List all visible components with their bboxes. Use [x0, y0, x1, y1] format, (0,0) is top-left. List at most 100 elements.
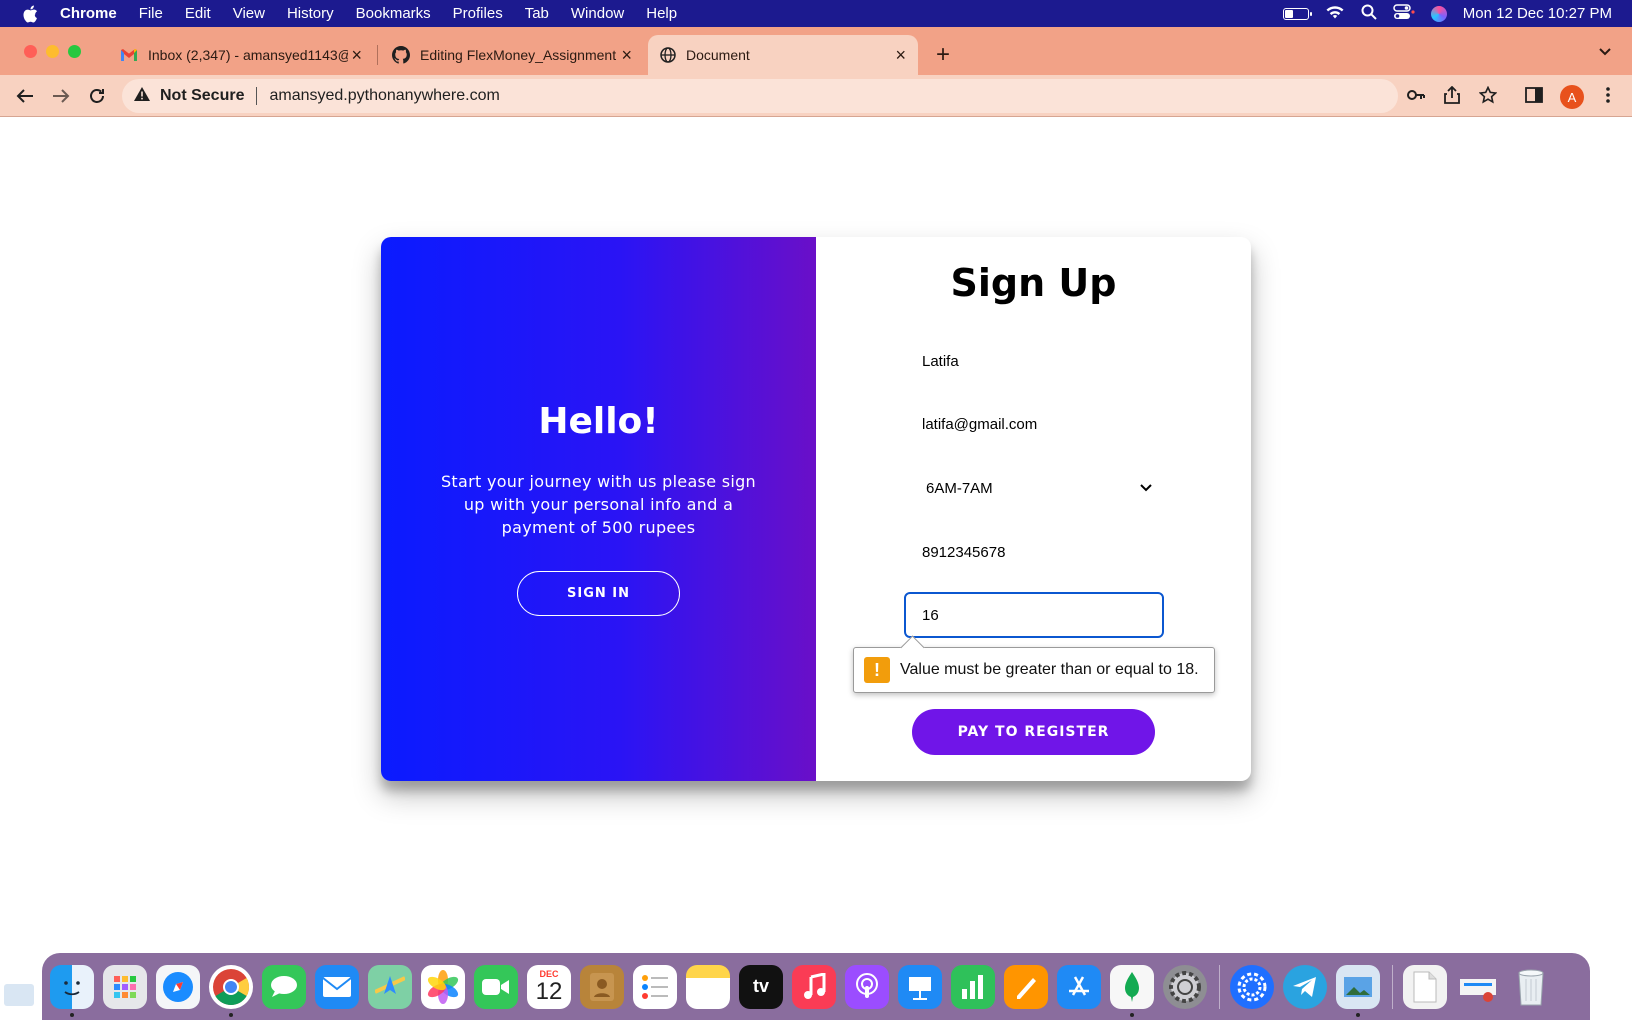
tab-close-icon[interactable]: × — [621, 45, 632, 66]
window-zoom-button[interactable] — [68, 45, 81, 58]
menu-view[interactable]: View — [233, 5, 265, 22]
batch-select-value: 6AM-7AM — [926, 479, 993, 497]
trash-icon[interactable] — [1509, 965, 1553, 1009]
tab-close-icon[interactable]: × — [351, 45, 362, 66]
chrome-toolbar: Not Secure amansyed.pythonanywhere.com A — [0, 75, 1632, 117]
telegram-icon[interactable] — [1283, 964, 1327, 1009]
more-options-kebab-icon[interactable] — [1596, 83, 1620, 107]
music-icon[interactable] — [792, 964, 836, 1009]
address-bar[interactable]: Not Secure amansyed.pythonanywhere.com — [122, 79, 1398, 113]
profile-avatar[interactable]: A — [1560, 85, 1584, 109]
mongodb-compass-icon[interactable] — [1110, 964, 1154, 1017]
url-text[interactable]: amansyed.pythonanywhere.com — [269, 87, 499, 105]
menu-edit[interactable]: Edit — [185, 5, 211, 22]
tab-separator — [377, 45, 378, 65]
sign-in-button[interactable]: SIGN IN — [517, 571, 680, 616]
window-close-button[interactable] — [24, 45, 37, 58]
bookmark-star-icon[interactable] — [1476, 83, 1500, 107]
preview-icon[interactable] — [1336, 964, 1380, 1017]
email-field[interactable]: latifa@gmail.com — [904, 401, 1164, 447]
menu-tab[interactable]: Tab — [525, 5, 549, 22]
system-preferences-icon[interactable] — [1163, 964, 1207, 1009]
desktop-file-icon[interactable] — [4, 984, 34, 1006]
launchpad-icon[interactable] — [103, 964, 147, 1009]
spotlight-search-icon[interactable] — [1361, 4, 1377, 24]
running-indicator — [70, 1012, 74, 1017]
welcome-text: Start your journey with us please sign u… — [440, 472, 757, 537]
tab-title: Inbox (2,347) - amansyed1143@gmail.com — [148, 47, 348, 63]
github-icon — [392, 46, 410, 64]
menu-app-chrome[interactable]: Chrome — [60, 5, 117, 22]
numbers-icon[interactable] — [951, 964, 995, 1009]
apple-logo-icon[interactable] — [22, 5, 42, 23]
finder-icon[interactable] — [50, 964, 94, 1017]
menu-window[interactable]: Window — [571, 5, 624, 22]
macos-dock: DEC 12 tv — [42, 953, 1590, 1020]
reminders-icon[interactable] — [633, 964, 677, 1009]
window-minimize-button[interactable] — [46, 45, 59, 58]
welcome-panel: Hello! Start your journey with us please… — [381, 237, 816, 781]
running-indicator — [229, 1012, 233, 1017]
share-icon[interactable] — [1440, 83, 1464, 107]
menu-profiles[interactable]: Profiles — [453, 5, 503, 22]
screenshot-icon[interactable] — [1456, 965, 1500, 1009]
pages-icon[interactable] — [1004, 964, 1048, 1009]
maps-icon[interactable] — [368, 964, 412, 1009]
age-field[interactable]: 16 — [904, 592, 1164, 638]
back-arrow-icon[interactable] — [14, 85, 36, 107]
forward-arrow-icon[interactable] — [50, 85, 72, 107]
dock-separator — [1219, 964, 1220, 1009]
proxyman-icon[interactable] — [1230, 964, 1274, 1009]
tab-document-active[interactable]: Document × — [648, 35, 918, 75]
signup-heading: Sign Up — [950, 261, 1117, 305]
security-label[interactable]: Not Secure — [160, 87, 244, 105]
validation-tooltip: ! Value must be greater than or equal to… — [853, 647, 1215, 693]
name-field[interactable]: Latifa — [904, 338, 1164, 384]
calendar-icon[interactable]: DEC 12 — [527, 964, 571, 1009]
globe-icon — [660, 47, 676, 63]
status-area: Mon 12 Dec 10:27 PM — [1282, 0, 1612, 27]
tab-close-icon[interactable]: × — [895, 45, 906, 66]
app-store-icon[interactable] — [1057, 964, 1101, 1009]
new-tab-plus-icon[interactable]: + — [936, 41, 950, 69]
side-panel-icon[interactable] — [1522, 83, 1546, 107]
tab-search-chevron-icon[interactable] — [1598, 44, 1612, 62]
wifi-icon[interactable] — [1325, 4, 1345, 24]
tab-gmail-inbox[interactable]: Inbox (2,347) - amansyed1143@gmail.com × — [108, 35, 374, 75]
pay-to-register-button[interactable]: PAY TO REGISTER — [912, 709, 1155, 755]
podcasts-icon[interactable] — [845, 964, 889, 1009]
keynote-icon[interactable] — [898, 964, 942, 1009]
messages-icon[interactable] — [262, 964, 306, 1009]
running-indicator — [1356, 1012, 1360, 1017]
tab-github-editing[interactable]: Editing FlexMoney_Assignment × — [380, 35, 644, 75]
tv-label: tv — [752, 976, 769, 996]
apple-tv-icon[interactable]: tv — [739, 964, 783, 1009]
notes-icon[interactable] — [686, 964, 730, 1009]
siri-icon[interactable] — [1430, 5, 1447, 22]
menu-history[interactable]: History — [287, 5, 334, 22]
battery-icon[interactable] — [1282, 7, 1312, 20]
validation-message: Value must be greater than or equal to 1… — [900, 661, 1199, 678]
batch-select[interactable]: 6AM-7AM — [904, 465, 1164, 511]
not-secure-warning-icon[interactable] — [134, 86, 150, 106]
menu-file[interactable]: File — [139, 5, 163, 22]
safari-icon[interactable] — [156, 964, 200, 1009]
menu-bookmarks[interactable]: Bookmarks — [356, 5, 431, 22]
photos-icon[interactable] — [421, 964, 465, 1009]
reload-icon[interactable] — [86, 85, 108, 107]
tab-title: Editing FlexMoney_Assignment — [420, 47, 617, 63]
control-center-icon[interactable] — [1393, 3, 1415, 24]
desktop-strip — [0, 945, 1632, 953]
menu-help[interactable]: Help — [646, 5, 677, 22]
contacts-icon[interactable] — [580, 964, 624, 1009]
facetime-icon[interactable] — [474, 964, 518, 1009]
chevron-down-icon — [1140, 484, 1152, 492]
password-key-icon[interactable] — [1404, 83, 1428, 107]
menubar-clock[interactable]: Mon 12 Dec 10:27 PM — [1463, 5, 1612, 22]
tab-title: Document — [686, 47, 750, 63]
phone-field[interactable]: 8912345678 — [904, 529, 1164, 575]
chrome-icon[interactable] — [209, 964, 253, 1017]
mail-icon[interactable] — [315, 964, 359, 1009]
chrome-tab-bar: Inbox (2,347) - amansyed1143@gmail.com ×… — [0, 27, 1632, 75]
pdf-document-icon[interactable] — [1403, 964, 1447, 1009]
